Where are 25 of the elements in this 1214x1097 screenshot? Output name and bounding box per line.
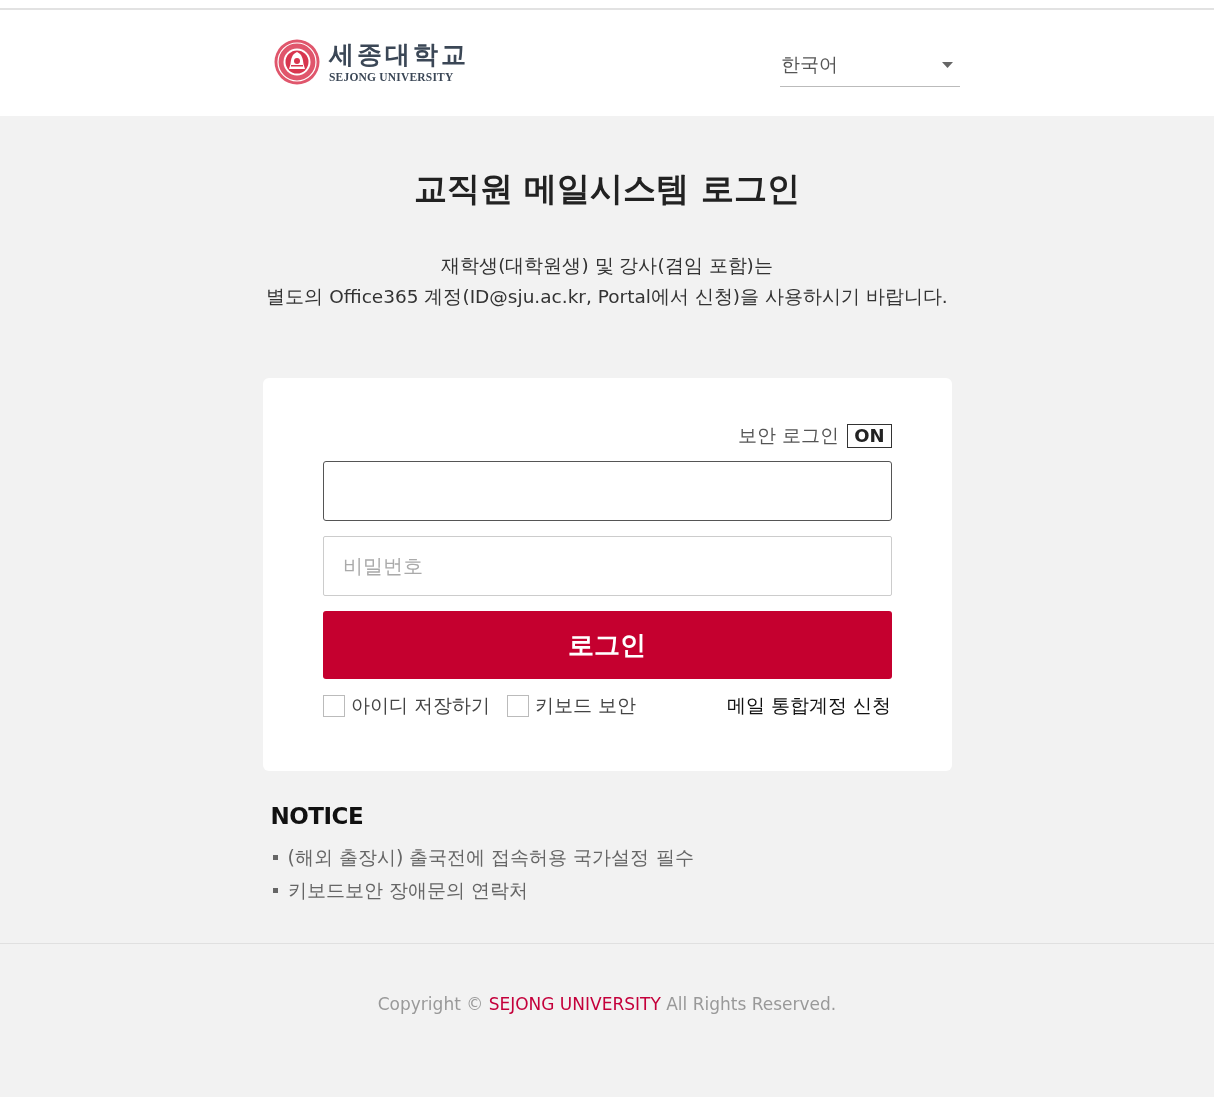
language-select[interactable]: 한국어 — [780, 51, 960, 87]
checkbox-label[interactable]: 아이디 저장하기 — [350, 693, 490, 719]
signup-link[interactable]: 메일 통합계정 신청 — [727, 693, 892, 719]
checkbox[interactable] — [322, 695, 345, 717]
password-input-field[interactable]: 비밀번호 — [322, 536, 892, 596]
checkbox[interactable] — [506, 695, 529, 717]
notice-item[interactable]: (해외 출장시) 출국전에 접속허용 국가설정 필수 — [287, 844, 694, 871]
login-button[interactable]: 로그인 — [322, 611, 892, 679]
secure-login-toggle[interactable]: ON — [847, 424, 892, 448]
university-seal-icon — [274, 39, 320, 85]
university-name-english: SEJONG UNIVERSITY — [329, 71, 455, 84]
notice-item[interactable]: 키보드보안 장애문의 연락처 — [287, 877, 528, 904]
bullet-icon — [272, 855, 278, 860]
description-text: 별도의 Office365 계정(ID@sju.ac.kr, Portal에서 신청)을 사용하시기 바랍니다. — [266, 285, 948, 309]
page-title: 교직원 메일시스템 로그인 — [414, 168, 800, 210]
caret-down-icon — [942, 61, 953, 68]
checkbox-label[interactable]: 키보드 보안 — [534, 693, 636, 719]
university-link[interactable]: SEJONG UNIVERSITY — [488, 994, 661, 1014]
description-text: 재학생(대학원생) 및 강사(겸임 포함)는 — [441, 254, 773, 278]
university-name-korean: 세종대학교 — [329, 40, 469, 70]
copyright-text: Copyright © SEJONG UNIVERSITY All Rights Reserved. — [377, 993, 837, 1016]
notice-heading: NOTICE — [270, 802, 364, 831]
bullet-icon — [272, 888, 278, 893]
id-input-field[interactable] — [322, 461, 892, 521]
secure-login-label: 보안 로그인 — [738, 423, 840, 448]
